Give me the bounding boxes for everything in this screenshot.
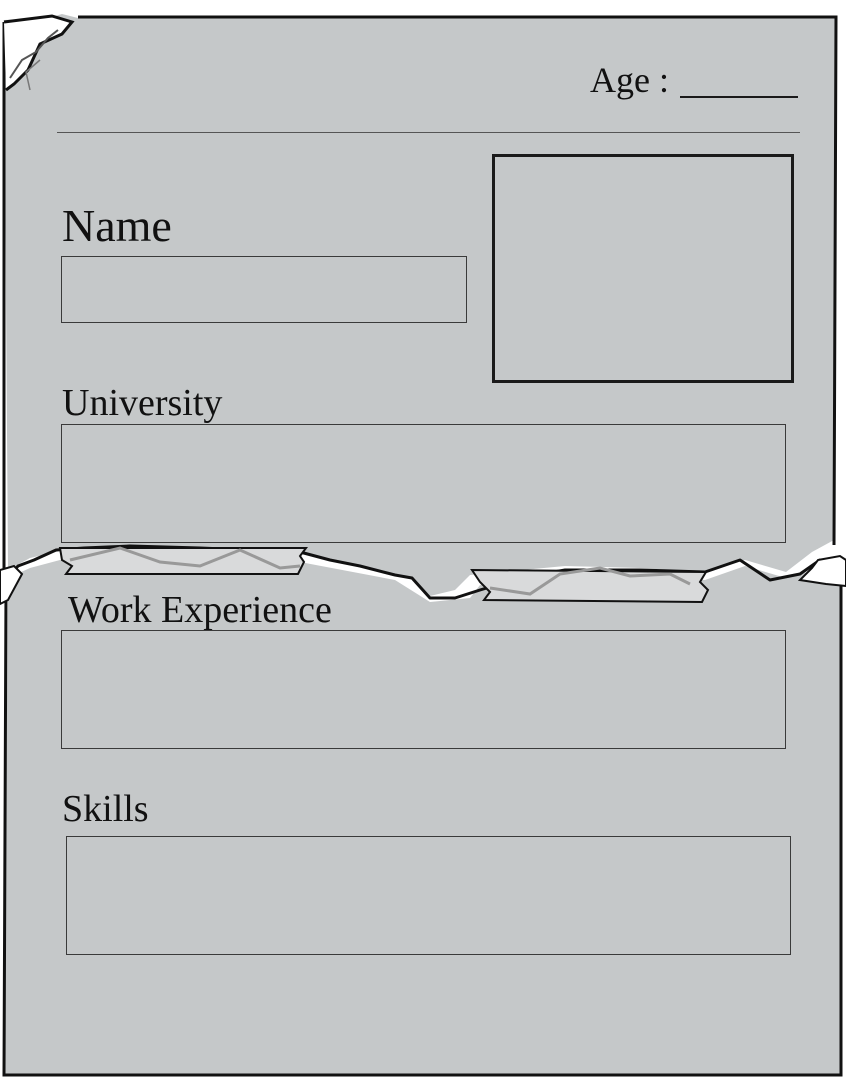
tape-left [58, 547, 308, 575]
header-divider [57, 132, 800, 133]
skills-label: Skills [62, 788, 149, 830]
photo-placeholder[interactable] [492, 154, 794, 383]
age-field[interactable] [680, 72, 798, 98]
work-experience-label: Work Experience [68, 589, 332, 631]
name-label: Name [62, 200, 172, 251]
university-field[interactable] [61, 424, 786, 543]
name-field[interactable] [61, 256, 467, 323]
age-label: Age : [590, 60, 669, 100]
university-label: University [62, 382, 223, 424]
skills-field[interactable] [66, 836, 791, 955]
work-experience-field[interactable] [61, 630, 786, 749]
